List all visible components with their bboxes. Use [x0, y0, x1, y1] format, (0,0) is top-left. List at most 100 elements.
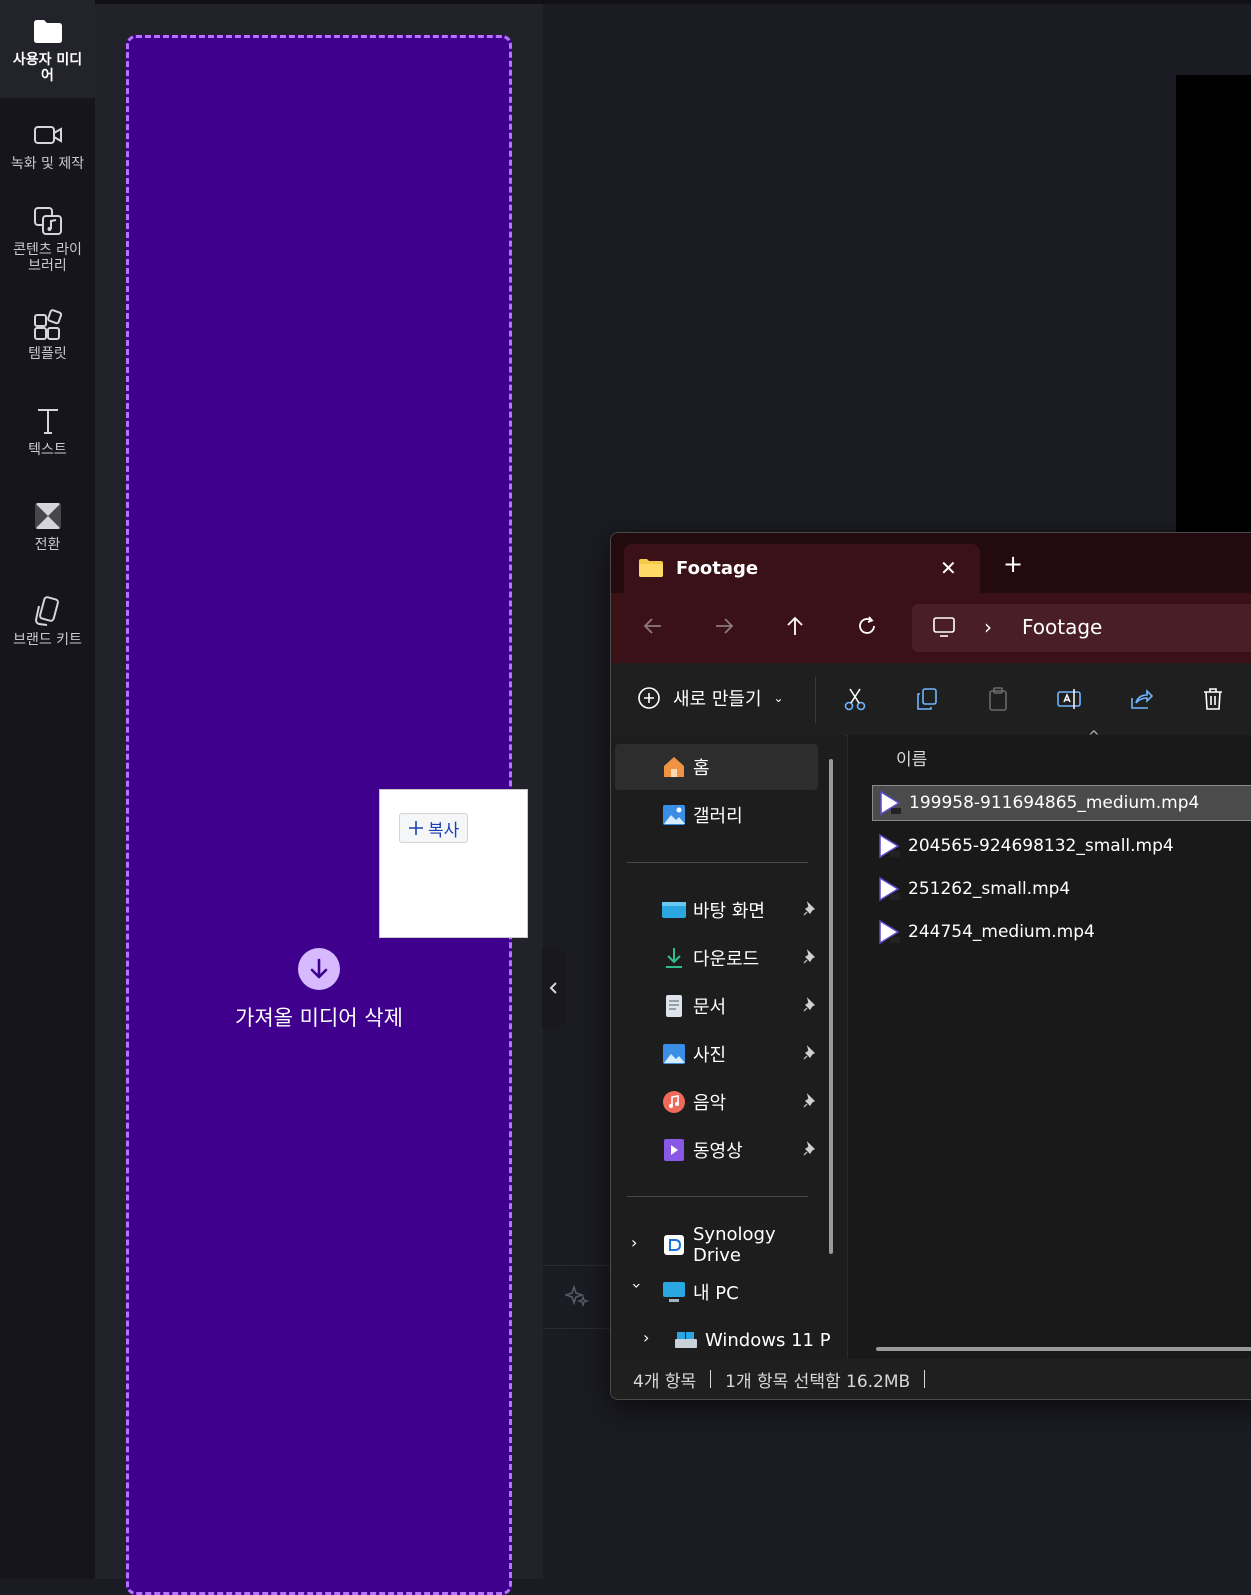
chevron-down-icon: ⌄ [773, 691, 784, 705]
nav-item-windows-drive[interactable]: Windows 11 P [615, 1317, 835, 1363]
share-icon [1131, 689, 1154, 709]
navigation-bar: › Footage [611, 593, 1251, 663]
nav-item-label: Synology Drive [693, 1224, 776, 1266]
selection-info: 1개 항목 선택함 16.2MB [725, 1371, 911, 1392]
sidebar-item-label: 브랜드 키트 [13, 632, 82, 648]
video-file-icon [879, 833, 900, 859]
sparkle-icon[interactable] [563, 1283, 590, 1311]
navigation-pane: 홈 갤러리 바탕 화면 다운로드 문서 사진 음악 동영상 › Synology… [611, 735, 845, 1358]
file-row[interactable]: 251262_small.mp4 [872, 871, 1251, 907]
nav-item-this-pc[interactable]: 내 PC [615, 1269, 818, 1315]
gallery-icon [661, 802, 687, 828]
status-divider [924, 1370, 926, 1388]
nav-item-downloads[interactable]: 다운로드 [615, 935, 818, 981]
folder-icon [639, 559, 663, 577]
address-bar[interactable]: › Footage [912, 604, 1251, 652]
tab-title: Footage [676, 558, 759, 579]
video-file-icon [879, 876, 900, 902]
up-button[interactable] [780, 611, 810, 641]
sidebar-item-text[interactable]: 텍스트 [0, 404, 95, 458]
collapse-panel-button[interactable] [542, 948, 566, 1028]
nav-item-home[interactable]: 홈 [615, 744, 818, 790]
forward-button[interactable] [709, 611, 739, 641]
nav-scrollbar[interactable] [829, 759, 833, 1254]
paste-button[interactable] [984, 685, 1012, 713]
pin-icon[interactable] [802, 1141, 818, 1162]
status-divider [710, 1370, 712, 1388]
pin-icon[interactable] [802, 997, 818, 1018]
sidebar-item-content-library[interactable]: 콘텐츠 라이 브러리 [0, 204, 95, 274]
nav-item-label: 갤러리 [693, 806, 743, 827]
monitor-icon [933, 617, 955, 637]
document-icon [661, 993, 687, 1019]
refresh-button[interactable] [852, 611, 882, 641]
pin-icon[interactable] [802, 1093, 818, 1114]
file-list-pane: ^ 이름 199958-911694865_medium.mp4 204565-… [847, 729, 1251, 1358]
nav-item-label: 바탕 화면 [693, 901, 765, 922]
home-icon [661, 754, 687, 780]
scissors-icon [844, 688, 866, 711]
folder-icon [33, 20, 62, 43]
file-name: 204565-924698132_small.mp4 [908, 836, 1174, 856]
dropzone-text: 가져올 미디어 삭제 [235, 1006, 403, 1030]
nav-divider [627, 1196, 808, 1197]
nav-item-label: 다운로드 [693, 949, 760, 970]
copy-label: 복사 [428, 820, 460, 841]
video-preview [1176, 75, 1251, 545]
status-bar: 4개 항목 1개 항목 선택함 16.2MB [611, 1359, 1251, 1399]
sidebar-item-brand-kit[interactable]: 브랜드 키트 [0, 594, 95, 648]
copy-button[interactable] [913, 685, 941, 713]
sidebar-item-label: 템플릿 [28, 346, 67, 362]
tab-footage[interactable]: Footage ✕ [624, 544, 980, 593]
brand-kit-icon [34, 596, 59, 626]
pin-icon[interactable] [802, 901, 818, 922]
rename-button[interactable] [1055, 685, 1083, 713]
sidebar-item-label: 사용자 미디 어 [12, 52, 83, 84]
cut-button[interactable] [841, 685, 869, 713]
column-header-name[interactable]: 이름 [896, 745, 927, 770]
nav-item-label: 음악 [693, 1093, 727, 1114]
sidebar-item-label: 콘텐츠 라이 브러리 [13, 242, 82, 274]
nav-item-music[interactable]: 음악 [615, 1079, 818, 1125]
left-sidebar: 사용자 미디 어 녹화 및 제작 콘텐츠 라이 브러리 템플릿 텍스트 전환 브… [0, 0, 95, 1579]
synology-icon [661, 1232, 687, 1258]
chevron-right-icon[interactable]: › [984, 615, 992, 639]
sidebar-item-transitions[interactable]: 전환 [0, 499, 95, 553]
sidebar-item-record-create[interactable]: 녹화 및 제작 [0, 118, 95, 172]
pin-icon[interactable] [802, 949, 818, 970]
sidebar-item-label: 녹화 및 제작 [10, 156, 85, 172]
file-row[interactable]: 244754_medium.mp4 [872, 914, 1251, 950]
file-explorer-window: Footage ✕ + › Footage 새로 만들기 ⌄ 홈 갤러리 바탕 … [610, 532, 1251, 1400]
plus-circle-icon [638, 687, 660, 709]
arrow-left-icon [643, 618, 661, 634]
nav-item-label: 문서 [693, 997, 727, 1018]
nav-item-label: 홈 [693, 758, 710, 779]
new-tab-button[interactable]: + [1003, 552, 1023, 576]
drag-copy-tooltip: 복사 [379, 789, 528, 938]
horizontal-scrollbar[interactable] [876, 1347, 1251, 1351]
this-pc-icon [661, 1279, 687, 1305]
text-icon [37, 409, 58, 434]
close-icon[interactable]: ✕ [940, 556, 957, 580]
nav-item-gallery[interactable]: 갤러리 [615, 792, 818, 838]
nav-item-label: 동영상 [693, 1141, 743, 1162]
back-button[interactable] [638, 611, 668, 641]
nav-item-pictures[interactable]: 사진 [615, 1031, 818, 1077]
delete-button[interactable] [1199, 685, 1227, 713]
sidebar-item-templates[interactable]: 템플릿 [0, 308, 95, 362]
nav-item-desktop[interactable]: 바탕 화면 [615, 887, 818, 933]
nav-item-label: 사진 [693, 1045, 727, 1066]
new-button[interactable]: 새로 만들기 ⌄ [637, 685, 784, 711]
file-row[interactable]: 204565-924698132_small.mp4 [872, 828, 1251, 864]
file-name: 251262_small.mp4 [908, 879, 1071, 899]
nav-item-synology-drive[interactable]: Synology Drive [615, 1222, 818, 1268]
nav-item-documents[interactable]: 문서 [615, 983, 818, 1029]
pin-icon[interactable] [802, 1045, 818, 1066]
sidebar-item-user-media[interactable]: 사용자 미디 어 [0, 0, 95, 98]
share-button[interactable] [1127, 685, 1155, 713]
file-row[interactable]: 199958-911694865_medium.mp4 [872, 785, 1251, 821]
nav-item-label: 내 PC [693, 1283, 739, 1304]
arrow-down-icon [298, 948, 340, 990]
nav-item-videos[interactable]: 동영상 [615, 1127, 818, 1173]
address-path[interactable]: Footage [1022, 615, 1102, 639]
